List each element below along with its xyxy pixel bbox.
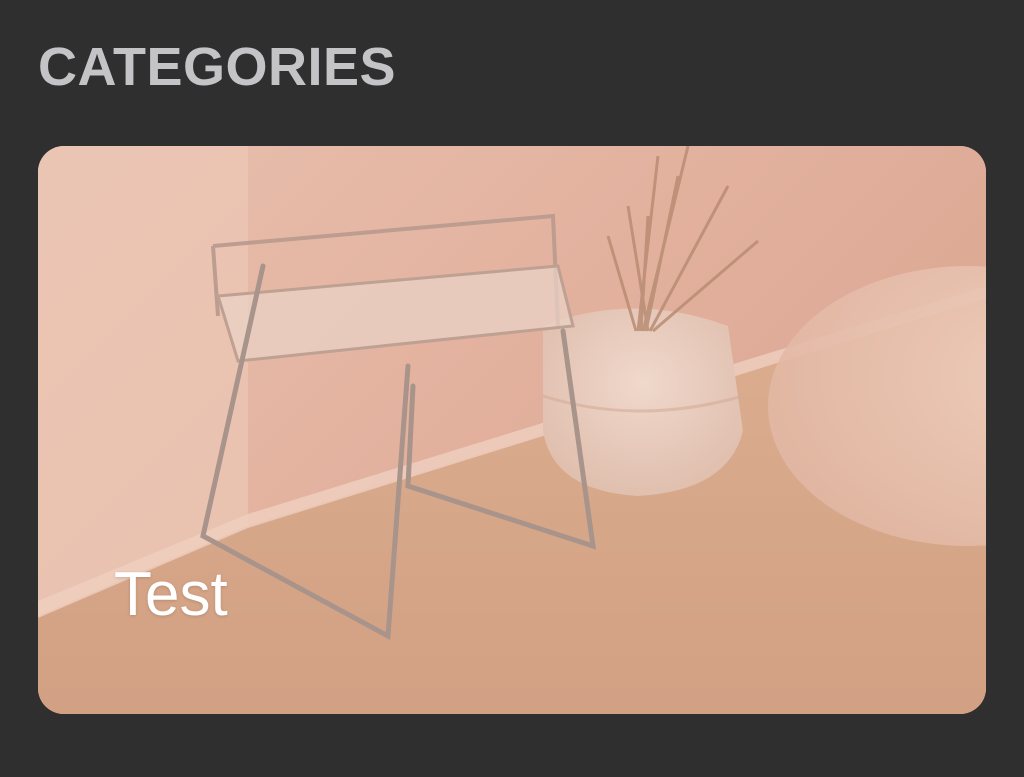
section-title: CATEGORIES xyxy=(38,37,397,97)
category-card[interactable]: Test xyxy=(38,146,986,714)
category-label: Test xyxy=(114,560,228,629)
